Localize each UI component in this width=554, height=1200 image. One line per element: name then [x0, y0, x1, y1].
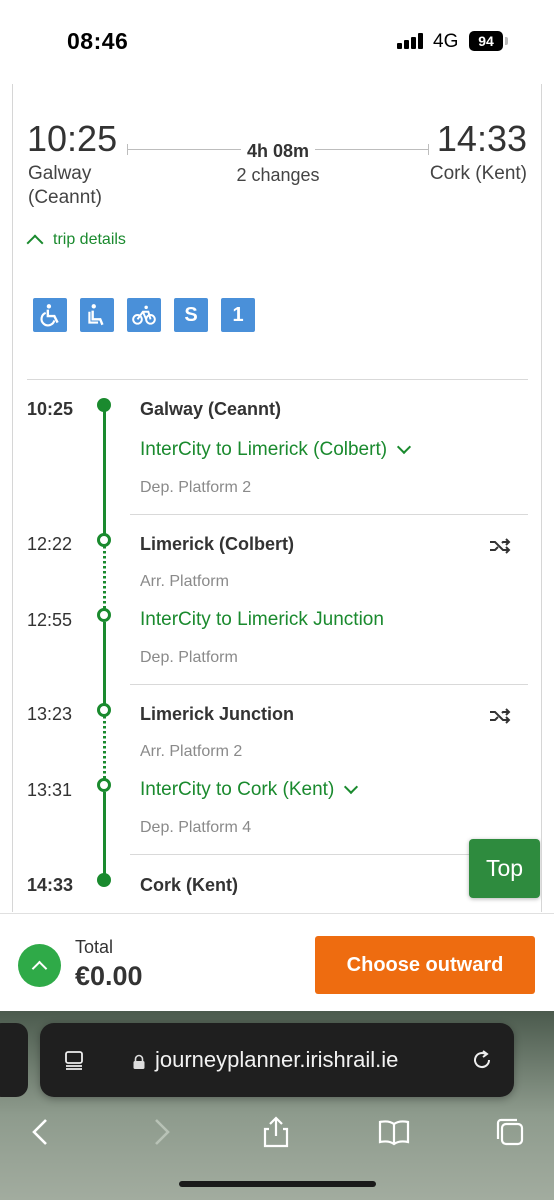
stop-name: Limerick Junction — [140, 704, 295, 724]
platform-info: Arr. Platform 2 — [140, 743, 243, 760]
platform-info: Dep. Platform 4 — [140, 819, 252, 836]
service-limerick-cork[interactable]: InterCity to Cork (Kent) — [140, 779, 359, 801]
total-bar: Total €0.00 Choose outward — [0, 913, 554, 1011]
timeline-segment — [103, 622, 106, 710]
choose-outward-button[interactable]: Choose outward — [315, 936, 535, 994]
stop-dot — [97, 778, 111, 792]
share-icon[interactable] — [259, 1115, 293, 1149]
facility-class-badge: 1 — [221, 298, 255, 332]
lock-icon — [133, 1054, 145, 1069]
address-bar[interactable]: journeyplanner.irishrail.ie — [40, 1023, 514, 1097]
stop-time: 14:33 — [27, 875, 74, 895]
service-limerick-junction[interactable]: InterCity to Limerick Junction — [140, 609, 384, 631]
stop-dot — [97, 703, 111, 717]
stop-time: 13:31 — [27, 780, 73, 800]
arrival-time: 14:33 — [436, 118, 527, 159]
tabs-icon[interactable] — [493, 1115, 527, 1149]
journey-changes: 2 changes — [236, 165, 320, 185]
stop-time: 13:23 — [27, 704, 73, 724]
total-label: Total — [75, 937, 114, 957]
home-indicator — [179, 1181, 376, 1187]
previous-tab[interactable] — [0, 1023, 28, 1097]
battery-icon: 94 — [469, 31, 503, 51]
facility-s-badge: S — [174, 298, 208, 332]
chevron-down-icon — [396, 439, 412, 455]
battery-tip — [505, 37, 508, 45]
seat-reservation-icon — [80, 298, 114, 332]
signal-icon — [397, 33, 425, 49]
timeline-segment — [103, 406, 106, 536]
url-text: journeyplanner.irishrail.ie — [155, 1047, 399, 1072]
reload-icon[interactable] — [470, 1048, 494, 1072]
bicycle-icon — [127, 298, 161, 332]
scroll-top-button[interactable]: Top — [469, 839, 540, 898]
facility-icons: S 1 — [33, 298, 255, 332]
wheelchair-icon — [33, 298, 67, 332]
network-type: 4G — [433, 31, 459, 52]
page-menu-icon[interactable] — [64, 1050, 84, 1070]
service-label: InterCity to Limerick Junction — [140, 609, 384, 630]
stop-dot — [97, 873, 111, 887]
stop-name: Limerick (Colbert) — [140, 534, 295, 554]
shuffle-icon — [490, 708, 511, 724]
timeline-transfer — [103, 716, 106, 782]
stop-time: 12:55 — [27, 610, 73, 630]
chevron-up-icon — [26, 234, 44, 252]
divider — [130, 514, 528, 515]
stop-dot — [97, 398, 111, 412]
departure-time: 10:25 — [27, 118, 118, 159]
stop-name: Cork (Kent) — [140, 875, 238, 895]
stop-time: 12:22 — [27, 534, 73, 554]
chevron-down-icon — [344, 779, 359, 795]
stop-dot — [97, 533, 111, 547]
journey-duration: 4h 08m — [127, 141, 429, 162]
platform-info: Dep. Platform 2 — [140, 479, 252, 496]
browser-nav — [0, 1097, 554, 1167]
divider — [27, 379, 528, 380]
divider — [130, 684, 528, 685]
stop-time: 10:25 — [27, 399, 74, 419]
stop-name: Galway (Ceannt) — [140, 399, 282, 419]
service-galway-limerick[interactable]: InterCity to Limerick (Colbert) — [140, 439, 412, 461]
forward-icon[interactable] — [144, 1115, 178, 1149]
trip-details-toggle[interactable]: trip details — [25, 228, 126, 252]
back-icon[interactable] — [24, 1115, 58, 1149]
chevron-up-icon — [31, 960, 48, 976]
stop-dot — [97, 608, 111, 622]
platform-info: Arr. Platform — [140, 573, 229, 590]
timeline-transfer — [103, 546, 106, 612]
arrival-station: Cork (Kent) — [429, 163, 527, 184]
journey-card: 10:25 Galway (Ceannt) 4h 08m 2 changes 1… — [12, 84, 542, 912]
total-expand-button[interactable] — [18, 944, 61, 987]
shuffle-icon — [490, 538, 511, 554]
browser-toolbar: journeyplanner.irishrail.ie — [0, 1011, 554, 1200]
trip-details-label: trip details — [53, 231, 126, 248]
timeline-segment — [103, 792, 106, 882]
service-label: InterCity to Limerick (Colbert) — [140, 439, 388, 460]
platform-info: Dep. Platform — [140, 649, 238, 666]
total-price: €0.00 — [75, 961, 143, 991]
service-label: InterCity to Cork (Kent) — [140, 779, 335, 800]
status-time: 08:46 — [67, 28, 129, 54]
bookmarks-icon[interactable] — [377, 1115, 411, 1149]
status-bar: 08:46 4G 94 — [0, 0, 554, 80]
